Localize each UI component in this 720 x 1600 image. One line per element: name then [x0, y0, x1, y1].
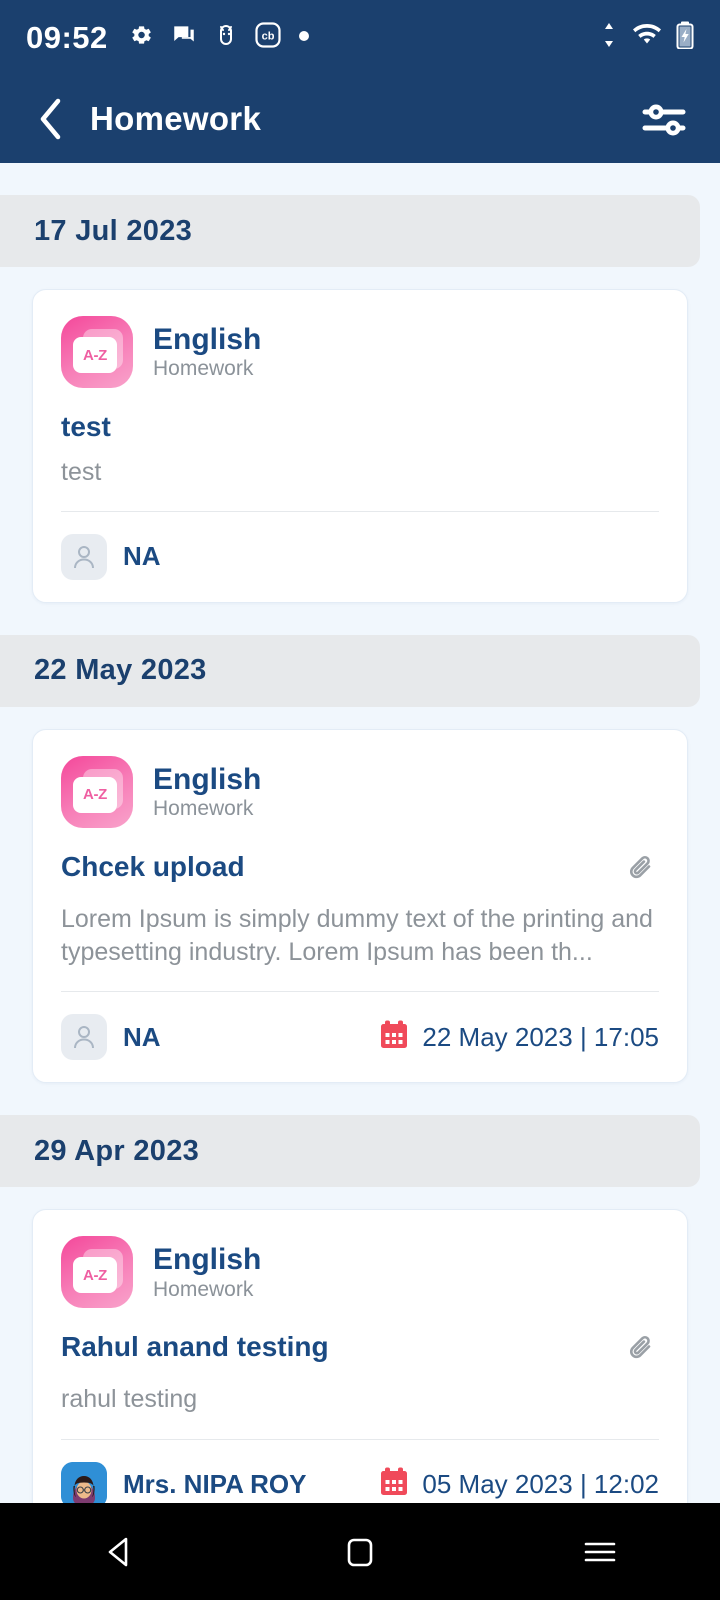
homework-title: Rahul anand testing [61, 1331, 329, 1363]
android-nav-bar [0, 1503, 720, 1600]
svg-text:cb: cb [261, 31, 274, 43]
nav-back-triangle-icon[interactable] [75, 1507, 165, 1597]
subject-az-icon: A-Z [61, 755, 133, 828]
battery-charging-icon [676, 21, 694, 54]
card-divider [61, 991, 659, 993]
date-group-header: 22 May 2023 [0, 634, 700, 707]
android-debug-icon [214, 22, 238, 53]
homework-card[interactable]: A-Z English Homework test test NA [32, 289, 688, 603]
attachment-paperclip-icon[interactable] [625, 852, 659, 891]
homework-description: rahul testing [61, 1385, 198, 1414]
homework-card[interactable]: A-Z English Homework Rahul anand testing… [32, 1209, 688, 1503]
subject-az-icon: A-Z [61, 316, 133, 388]
wifi-icon [632, 23, 662, 52]
subject-az-icon: A-Z [61, 1236, 133, 1309]
card-footer: Mrs. NIPA ROY 05 May 2023 | 12:02 [61, 1461, 659, 1503]
status-system-icons [600, 21, 694, 54]
date-label: 29 Apr 2023 [34, 1134, 200, 1167]
homework-description: Lorem Ipsum is simply dummy text of the … [61, 904, 653, 967]
filter-sliders-icon[interactable] [636, 91, 692, 147]
subject-meta: English Homework [153, 324, 261, 381]
back-icon[interactable] [28, 96, 74, 142]
avatar [61, 1014, 107, 1061]
phone-screen: 09:52 cb Homework 17 Jul 2023 A-Z Englis… [0, 0, 720, 1600]
calendar-icon [379, 1019, 409, 1056]
card-header: A-Z English Homework [61, 755, 659, 828]
card-footer: NA [61, 533, 659, 580]
calendar-icon [379, 1466, 409, 1503]
author-name: NA [123, 1021, 161, 1052]
date-label: 17 Jul 2023 [34, 214, 193, 247]
status-bar: 09:52 cb [0, 0, 720, 75]
gear-icon [128, 22, 154, 53]
homework-card[interactable]: A-Z English Homework Chcek upload Lorem … [32, 728, 688, 1084]
homework-title: Chcek upload [61, 850, 245, 882]
subject-meta: English Homework [153, 1244, 261, 1301]
homework-title: test [61, 411, 111, 442]
homework-list[interactable]: 17 Jul 2023 A-Z English Homework test te… [0, 163, 720, 1503]
homework-description: test [61, 457, 102, 486]
card-divider [61, 510, 659, 512]
item-type: Homework [153, 797, 254, 821]
item-type: Homework [153, 1277, 254, 1301]
subject-name: English [153, 1243, 262, 1277]
subject-meta: English Homework [153, 764, 261, 821]
chat-icon [171, 22, 197, 53]
data-transfer-icon [600, 22, 618, 53]
item-type: Homework [153, 357, 254, 381]
status-clock: 09:52 [26, 19, 108, 55]
date-group-header: 17 Jul 2023 [0, 195, 700, 267]
avatar [61, 533, 107, 580]
app-bar: Homework [0, 75, 720, 163]
subject-icon-label: A-Z [73, 337, 117, 373]
datetime-label: 05 May 2023 | 12:02 [422, 1469, 659, 1500]
subject-icon-label: A-Z [73, 1257, 117, 1294]
datetime-label: 22 May 2023 | 17:05 [422, 1021, 659, 1052]
card-divider [61, 1438, 659, 1440]
author-block: NA [61, 533, 161, 580]
author-name: NA [123, 541, 161, 572]
nav-home-square-icon[interactable] [315, 1507, 405, 1597]
date-group-header: 29 Apr 2023 [0, 1115, 700, 1188]
author-block: NA [61, 1014, 161, 1061]
author-block: Mrs. NIPA ROY [61, 1461, 307, 1503]
subject-name: English [153, 762, 262, 796]
card-title-row: Rahul anand testing [61, 1330, 659, 1371]
attachment-paperclip-icon[interactable] [625, 1332, 659, 1371]
card-header: A-Z English Homework [61, 316, 659, 388]
card-footer: NA 22 May 2023 | 17:05 [61, 1014, 659, 1061]
date-label: 22 May 2023 [34, 654, 207, 687]
card-title-row: Chcek upload [61, 850, 659, 891]
card-header: A-Z English Homework [61, 1236, 659, 1309]
card-title-row: test [61, 410, 659, 444]
nav-recents-menu-icon[interactable] [555, 1507, 645, 1597]
datetime-block: 22 May 2023 | 17:05 [379, 1019, 659, 1056]
author-name: Mrs. NIPA ROY [123, 1469, 307, 1500]
subject-icon-label: A-Z [73, 776, 117, 813]
status-notification-icons: cb [128, 22, 310, 53]
page-title: Homework [90, 100, 262, 137]
avatar [61, 1461, 107, 1503]
datetime-block: 05 May 2023 | 12:02 [379, 1466, 659, 1503]
cb-badge-icon: cb [255, 22, 281, 53]
subject-name: English [153, 322, 262, 356]
dot-icon [298, 29, 310, 47]
